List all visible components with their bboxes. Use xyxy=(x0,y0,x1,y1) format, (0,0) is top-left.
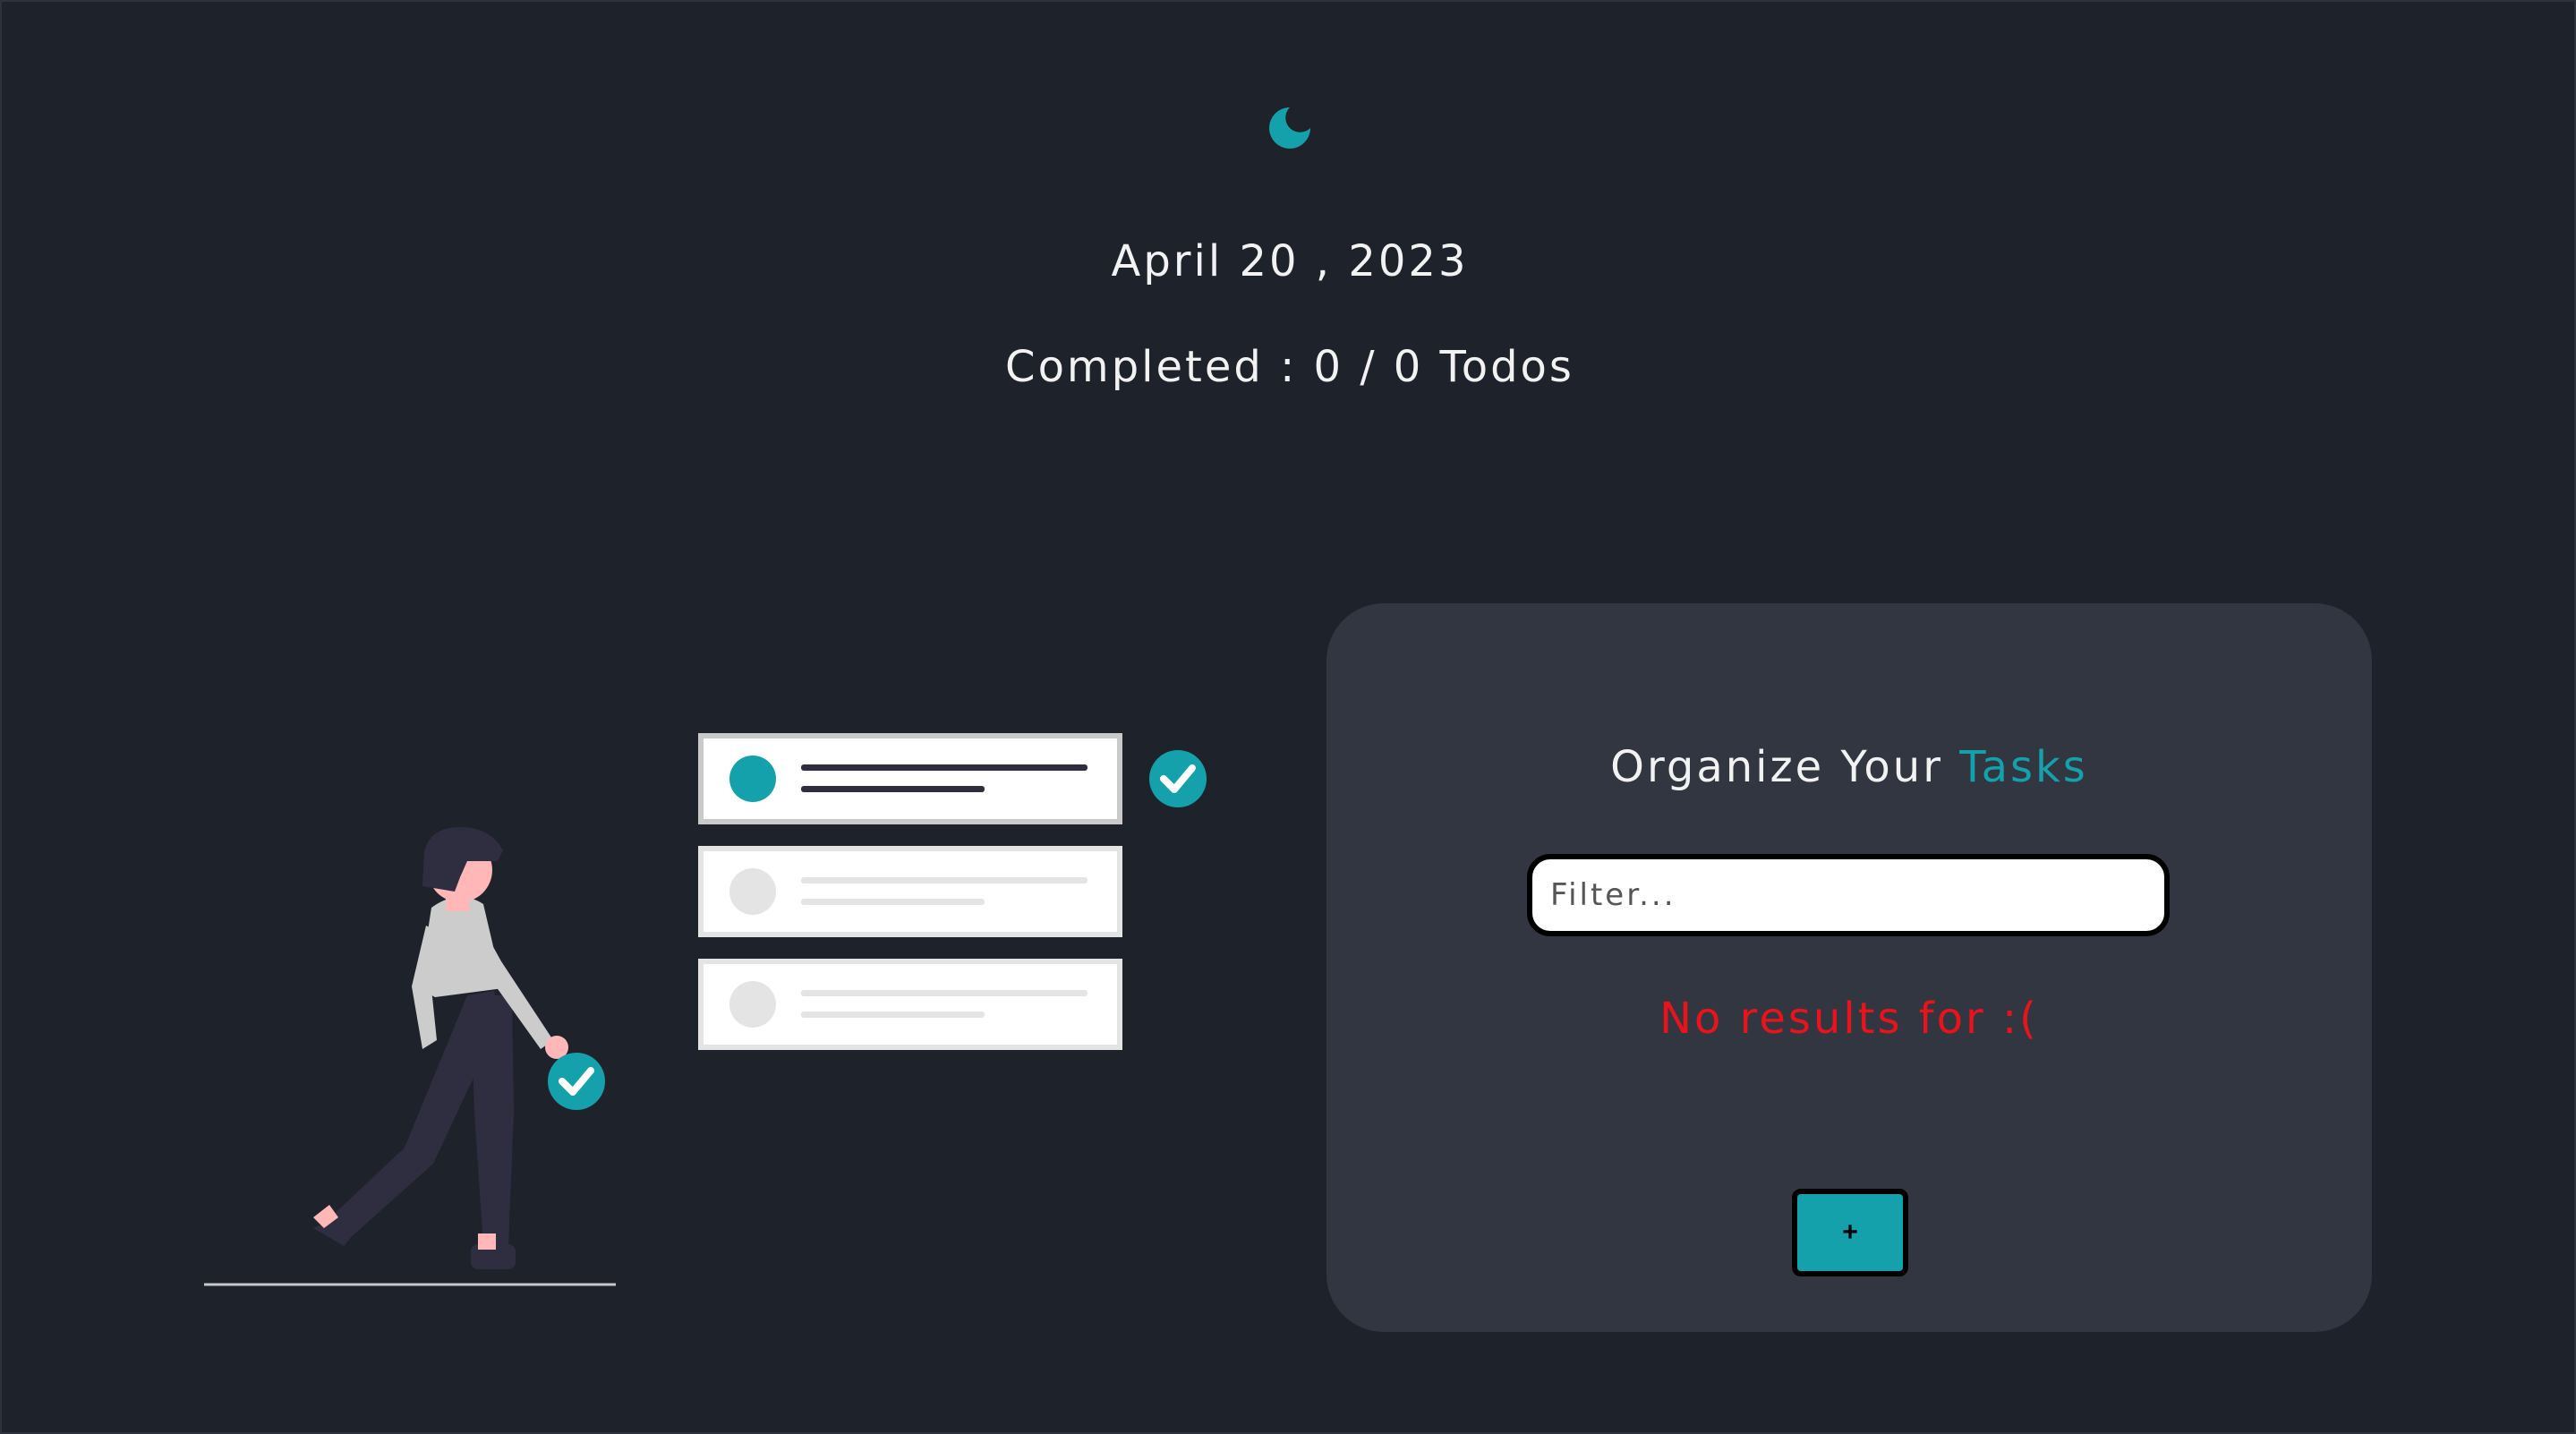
todo-illustration xyxy=(204,733,1207,1286)
checklist-card xyxy=(698,959,1122,1050)
no-results-message: No results for :( xyxy=(1659,994,2039,1044)
completed-counter: Completed : 0 / 0 Todos xyxy=(1005,342,1574,392)
checklist-card xyxy=(698,846,1122,937)
filter-input[interactable] xyxy=(1527,854,2170,936)
current-date: April 20 , 2023 xyxy=(1111,236,1469,286)
task-panel: Organize Your Tasks No results for :( + xyxy=(1326,603,2372,1332)
add-todo-button[interactable]: + xyxy=(1792,1189,1908,1276)
panel-title-prefix: Organize Your xyxy=(1610,742,1943,792)
woman-figure xyxy=(313,827,605,1269)
checklist-card-done xyxy=(698,733,1122,824)
panel-title: Organize Your Tasks xyxy=(1326,742,2372,792)
check-badge-icon xyxy=(1149,750,1207,807)
panel-title-accent: Tasks xyxy=(1959,742,2088,792)
todo-app-page: April 20 , 2023 Completed : 0 / 0 Todos xyxy=(0,0,2576,1434)
moon-icon[interactable] xyxy=(1266,104,1314,152)
